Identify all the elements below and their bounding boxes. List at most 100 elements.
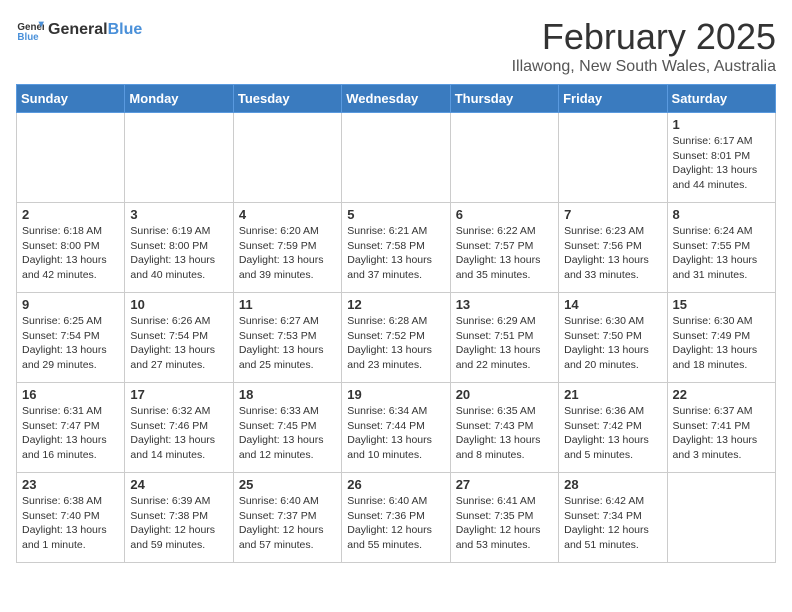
day-cell: 19 Sunrise: 6:34 AM Sunset: 7:44 PM Dayli…	[342, 383, 450, 473]
day-number: 7	[564, 207, 661, 222]
day-info: Sunrise: 6:29 AM Sunset: 7:51 PM Dayligh…	[456, 314, 553, 373]
day-number: 12	[347, 297, 444, 312]
day-info: Sunrise: 6:40 AM Sunset: 7:37 PM Dayligh…	[239, 494, 336, 553]
header: General Blue GeneralBlue February 2025 I…	[16, 16, 776, 76]
day-cell: 16 Sunrise: 6:31 AM Sunset: 7:47 PM Dayli…	[17, 383, 125, 473]
day-cell: 13 Sunrise: 6:29 AM Sunset: 7:51 PM Dayli…	[450, 293, 558, 383]
weekday-header-monday: Monday	[125, 85, 233, 113]
logo: General Blue GeneralBlue	[16, 16, 142, 44]
day-info: Sunrise: 6:18 AM Sunset: 8:00 PM Dayligh…	[22, 224, 119, 283]
day-cell: 8 Sunrise: 6:24 AM Sunset: 7:55 PM Daylig…	[667, 203, 775, 293]
day-cell: 2 Sunrise: 6:18 AM Sunset: 8:00 PM Daylig…	[17, 203, 125, 293]
day-cell: 20 Sunrise: 6:35 AM Sunset: 7:43 PM Dayli…	[450, 383, 558, 473]
day-number: 19	[347, 387, 444, 402]
day-cell: 10 Sunrise: 6:26 AM Sunset: 7:54 PM Dayli…	[125, 293, 233, 383]
calendar-table: SundayMondayTuesdayWednesdayThursdayFrid…	[16, 84, 776, 563]
day-number: 26	[347, 477, 444, 492]
day-info: Sunrise: 6:36 AM Sunset: 7:42 PM Dayligh…	[564, 404, 661, 463]
day-number: 22	[673, 387, 770, 402]
weekday-header-thursday: Thursday	[450, 85, 558, 113]
day-cell: 12 Sunrise: 6:28 AM Sunset: 7:52 PM Dayli…	[342, 293, 450, 383]
day-number: 24	[130, 477, 227, 492]
day-cell: 5Sunrise: 6:21 AM Sunset: 7:58 PM Daylig…	[342, 203, 450, 293]
title-area: February 2025 Illawong, New South Wales,…	[512, 16, 776, 76]
day-cell: 21 Sunrise: 6:36 AM Sunset: 7:42 PM Dayli…	[559, 383, 667, 473]
day-cell: 23 Sunrise: 6:38 AM Sunset: 7:40 PM Dayli…	[17, 473, 125, 563]
day-cell	[17, 113, 125, 203]
day-cell: 18 Sunrise: 6:33 AM Sunset: 7:45 PM Dayli…	[233, 383, 341, 473]
day-cell	[233, 113, 341, 203]
day-number: 3	[130, 207, 227, 222]
day-info: Sunrise: 6:38 AM Sunset: 7:40 PM Dayligh…	[22, 494, 119, 553]
day-info: Sunrise: 6:28 AM Sunset: 7:52 PM Dayligh…	[347, 314, 444, 373]
day-info: Sunrise: 6:23 AM Sunset: 7:56 PM Dayligh…	[564, 224, 661, 283]
week-row-3: 16 Sunrise: 6:31 AM Sunset: 7:47 PM Dayli…	[17, 383, 776, 473]
day-number: 13	[456, 297, 553, 312]
day-info: Sunrise: 6:17 AM Sunset: 8:01 PM Dayligh…	[673, 134, 770, 193]
day-info: Sunrise: 6:34 AM Sunset: 7:44 PM Dayligh…	[347, 404, 444, 463]
day-cell: 9 Sunrise: 6:25 AM Sunset: 7:54 PM Daylig…	[17, 293, 125, 383]
weekday-header-row: SundayMondayTuesdayWednesdayThursdayFrid…	[17, 85, 776, 113]
day-info: Sunrise: 6:42 AM Sunset: 7:34 PM Dayligh…	[564, 494, 661, 553]
day-number: 2	[22, 207, 119, 222]
day-cell	[667, 473, 775, 563]
logo-general: General	[48, 21, 108, 38]
day-number: 10	[130, 297, 227, 312]
day-cell	[342, 113, 450, 203]
day-number: 20	[456, 387, 553, 402]
day-number: 9	[22, 297, 119, 312]
day-info: Sunrise: 6:31 AM Sunset: 7:47 PM Dayligh…	[22, 404, 119, 463]
day-info: Sunrise: 6:40 AM Sunset: 7:36 PM Dayligh…	[347, 494, 444, 553]
day-number: 25	[239, 477, 336, 492]
day-number: 15	[673, 297, 770, 312]
day-cell: 7 Sunrise: 6:23 AM Sunset: 7:56 PM Daylig…	[559, 203, 667, 293]
weekday-header-tuesday: Tuesday	[233, 85, 341, 113]
day-info: Sunrise: 6:19 AM Sunset: 8:00 PM Dayligh…	[130, 224, 227, 283]
day-info: Sunrise: 6:30 AM Sunset: 7:50 PM Dayligh…	[564, 314, 661, 373]
day-cell: 28 Sunrise: 6:42 AM Sunset: 7:34 PM Dayli…	[559, 473, 667, 563]
day-info: Sunrise: 6:41 AM Sunset: 7:35 PM Dayligh…	[456, 494, 553, 553]
day-cell: 15 Sunrise: 6:30 AM Sunset: 7:49 PM Dayli…	[667, 293, 775, 383]
weekday-header-sunday: Sunday	[17, 85, 125, 113]
day-cell: 14 Sunrise: 6:30 AM Sunset: 7:50 PM Dayli…	[559, 293, 667, 383]
day-number: 28	[564, 477, 661, 492]
day-cell: 22Sunrise: 6:37 AM Sunset: 7:41 PM Dayli…	[667, 383, 775, 473]
day-cell: 3 Sunrise: 6:19 AM Sunset: 8:00 PM Daylig…	[125, 203, 233, 293]
day-number: 14	[564, 297, 661, 312]
day-info: Sunrise: 6:32 AM Sunset: 7:46 PM Dayligh…	[130, 404, 227, 463]
day-number: 18	[239, 387, 336, 402]
day-number: 27	[456, 477, 553, 492]
weekday-header-friday: Friday	[559, 85, 667, 113]
day-number: 17	[130, 387, 227, 402]
weekday-header-wednesday: Wednesday	[342, 85, 450, 113]
day-info: Sunrise: 6:33 AM Sunset: 7:45 PM Dayligh…	[239, 404, 336, 463]
month-title: February 2025	[512, 16, 776, 58]
day-cell: 4 Sunrise: 6:20 AM Sunset: 7:59 PM Daylig…	[233, 203, 341, 293]
day-cell	[125, 113, 233, 203]
day-cell: 17 Sunrise: 6:32 AM Sunset: 7:46 PM Dayli…	[125, 383, 233, 473]
day-info: Sunrise: 6:22 AM Sunset: 7:57 PM Dayligh…	[456, 224, 553, 283]
day-cell: 24 Sunrise: 6:39 AM Sunset: 7:38 PM Dayli…	[125, 473, 233, 563]
day-info: Sunrise: 6:26 AM Sunset: 7:54 PM Dayligh…	[130, 314, 227, 373]
day-cell: 1Sunrise: 6:17 AM Sunset: 8:01 PM Daylig…	[667, 113, 775, 203]
day-info: Sunrise: 6:20 AM Sunset: 7:59 PM Dayligh…	[239, 224, 336, 283]
day-number: 21	[564, 387, 661, 402]
day-number: 23	[22, 477, 119, 492]
day-number: 16	[22, 387, 119, 402]
day-number: 11	[239, 297, 336, 312]
day-info: Sunrise: 6:30 AM Sunset: 7:49 PM Dayligh…	[673, 314, 770, 373]
day-info: Sunrise: 6:35 AM Sunset: 7:43 PM Dayligh…	[456, 404, 553, 463]
week-row-2: 9 Sunrise: 6:25 AM Sunset: 7:54 PM Daylig…	[17, 293, 776, 383]
day-info: Sunrise: 6:24 AM Sunset: 7:55 PM Dayligh…	[673, 224, 770, 283]
svg-text:Blue: Blue	[17, 32, 39, 43]
day-number: 4	[239, 207, 336, 222]
day-cell	[559, 113, 667, 203]
day-number: 6	[456, 207, 553, 222]
week-row-1: 2 Sunrise: 6:18 AM Sunset: 8:00 PM Daylig…	[17, 203, 776, 293]
logo-blue: Blue	[108, 21, 143, 38]
day-number: 8	[673, 207, 770, 222]
day-info: Sunrise: 6:39 AM Sunset: 7:38 PM Dayligh…	[130, 494, 227, 553]
day-info: Sunrise: 6:25 AM Sunset: 7:54 PM Dayligh…	[22, 314, 119, 373]
weekday-header-saturday: Saturday	[667, 85, 775, 113]
day-info: Sunrise: 6:27 AM Sunset: 7:53 PM Dayligh…	[239, 314, 336, 373]
